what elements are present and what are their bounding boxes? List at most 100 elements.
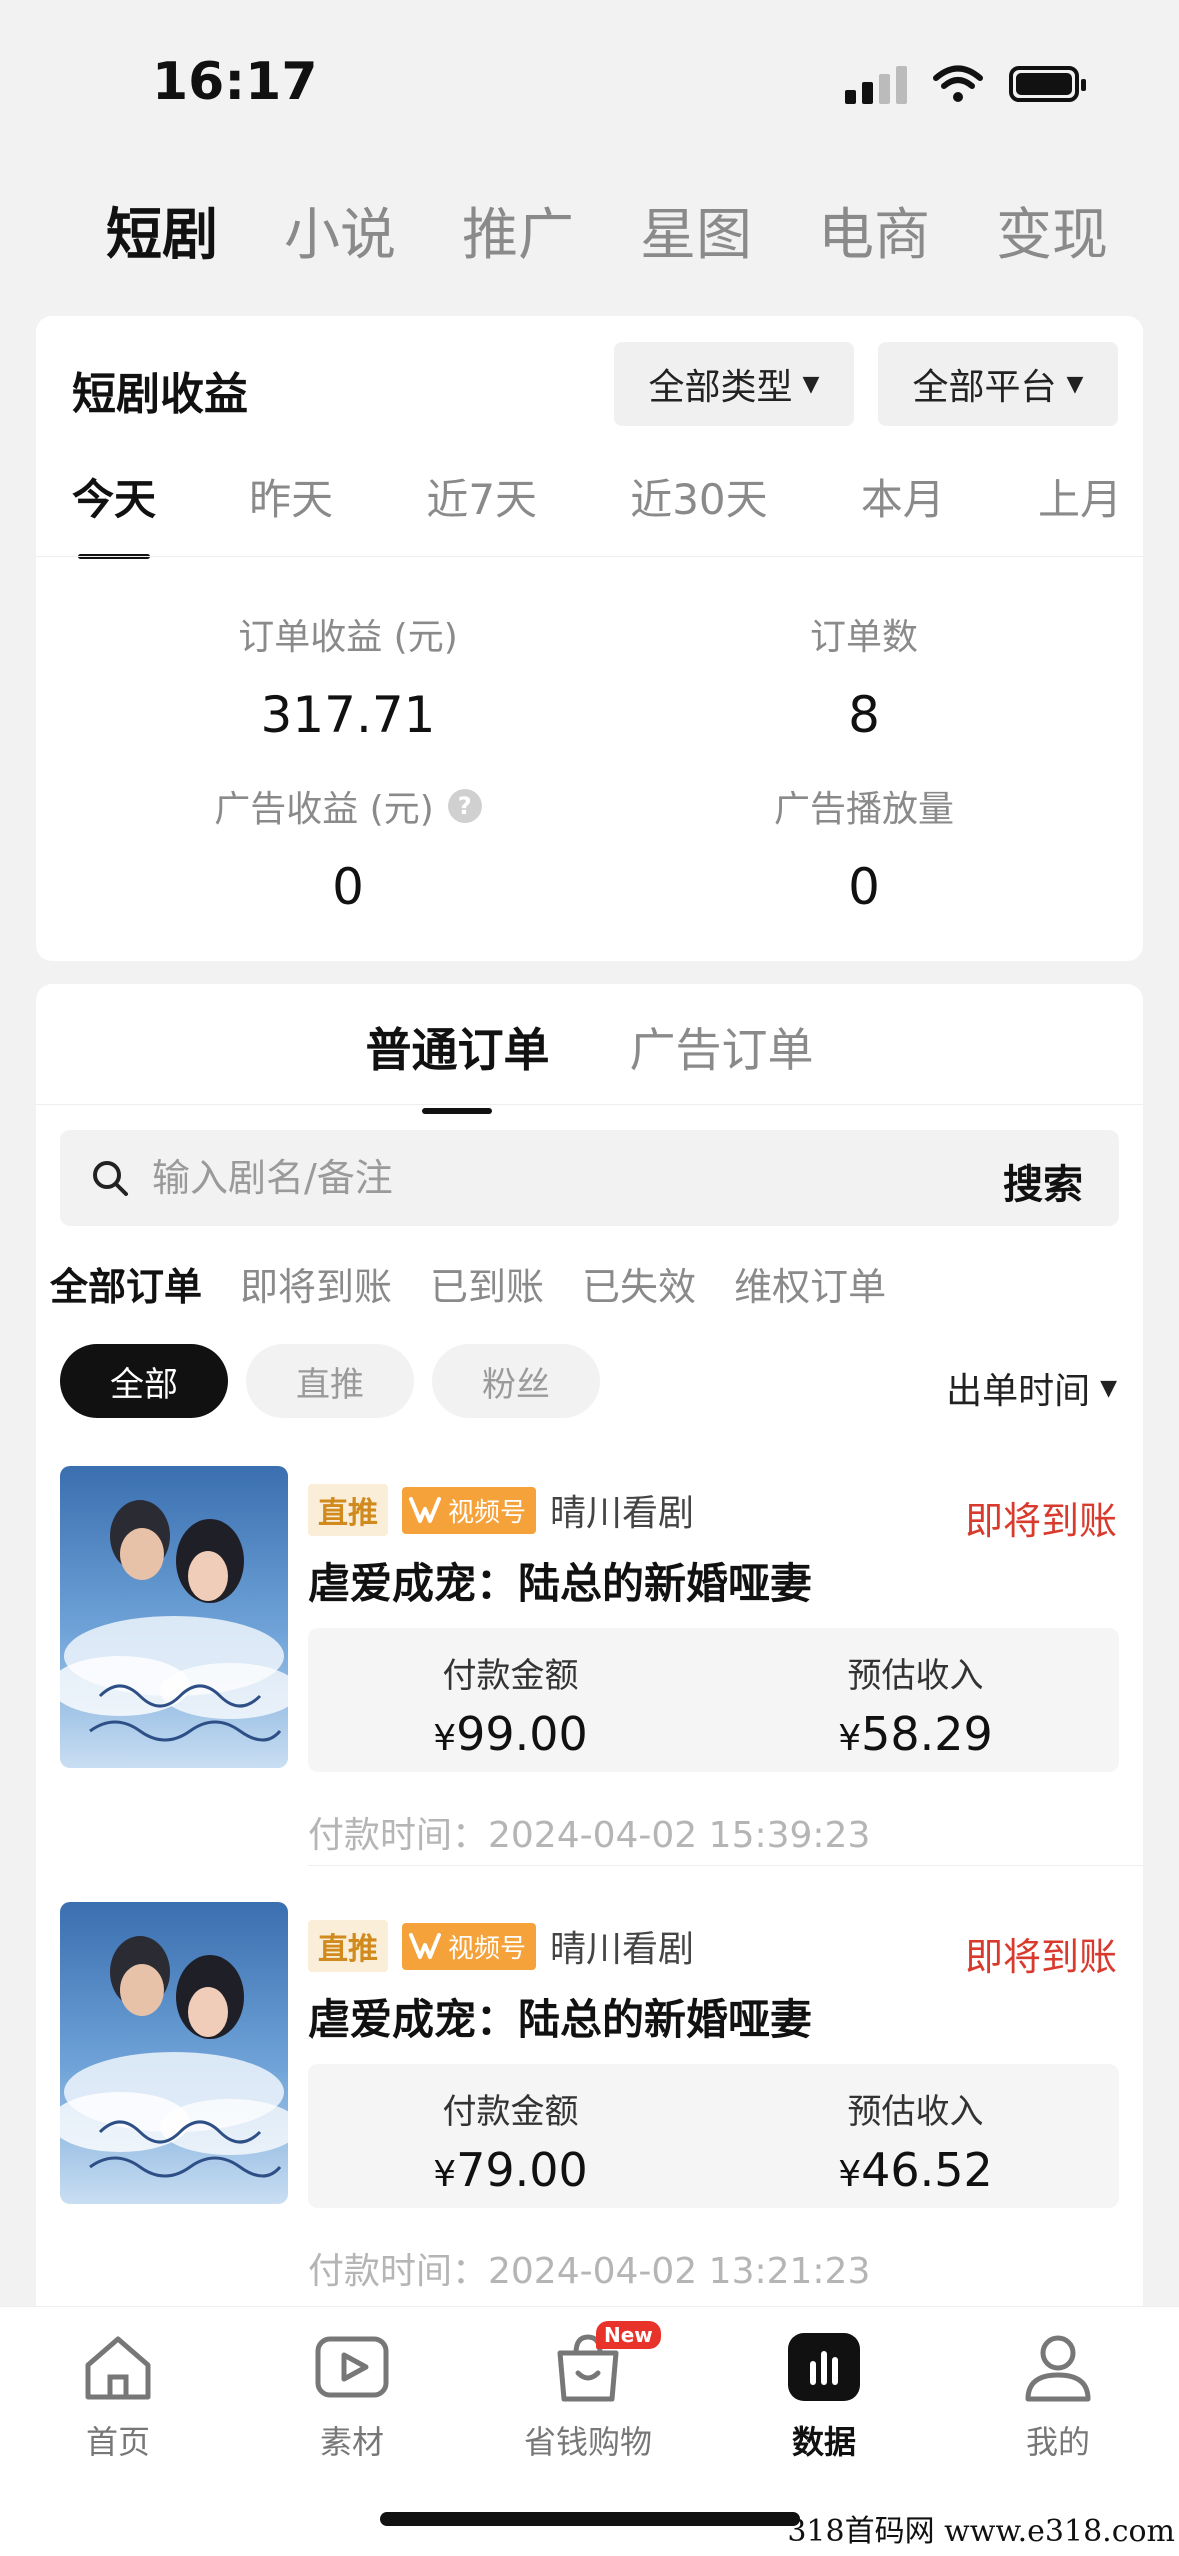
period-tab-yesterday[interactable]: 昨天 [249, 466, 333, 563]
order-income-label: 订单收益 (元) [238, 617, 458, 658]
video-channel-icon [409, 1933, 441, 1959]
tab-xingtu[interactable]: 星图 [640, 190, 752, 271]
currency-symbol: ¥ [433, 1718, 457, 1759]
caret-down-icon: ▼ [1066, 371, 1084, 397]
ad-income-label-row: 广告收益 (元) ? [148, 780, 548, 832]
battery-icon [1009, 66, 1086, 102]
type-filter-dropdown[interactable]: 全部类型 ▼ [614, 342, 854, 426]
help-icon[interactable]: ? [447, 789, 482, 823]
ad-plays-label: 广告播放量 [773, 789, 954, 830]
estimated-income: 预估收入 ¥58.29 [713, 1648, 1118, 1761]
status-time: 16:17 [152, 52, 318, 112]
chip-all[interactable]: 全部 [60, 1344, 228, 1418]
period-tab-last-month[interactable]: 上月 [1038, 466, 1122, 563]
estimated-income: 预估收入 ¥46.52 [713, 2084, 1118, 2197]
order-item[interactable]: 直推 视频号 晴川看剧 即将到账 虐爱成宠：陆总的新婚哑妻 付款金额 ¥99.0… [36, 1466, 1143, 1866]
filter-dispute[interactable]: 维权订单 [734, 1256, 886, 1311]
search-input[interactable] [152, 1150, 932, 1206]
tab-promotion[interactable]: 推广 [462, 190, 574, 271]
period-tab-7days[interactable]: 近7天 [426, 466, 537, 563]
estimated-income-value: ¥46.52 [838, 2143, 993, 2197]
nav-profile-label: 我的 [1025, 2423, 1090, 2461]
tab-monetize[interactable]: 变现 [996, 190, 1108, 271]
nav-profile[interactable]: 我的 [978, 2327, 1138, 2463]
ad-income-label: 广告收益 (元) [214, 789, 434, 830]
drama-poster [60, 1902, 288, 2204]
period-tabs: 今天 昨天 近7天 近30天 本月 上月 [72, 466, 1122, 563]
order-status-filters: 全部订单 即将到账 已到账 已失效 维权订单 [50, 1256, 886, 1311]
caret-down-icon: ▼ [802, 371, 820, 397]
drama-title: 虐爱成宠：陆总的新婚哑妻 [308, 1559, 813, 1608]
home-icon [85, 2336, 151, 2400]
period-tab-this-month[interactable]: 本月 [861, 466, 945, 563]
channel-name: 视频号 [448, 1933, 527, 1964]
search-bar: 搜索 [60, 1130, 1119, 1226]
sort-label: 出单时间 [946, 1371, 1091, 1412]
divider [36, 556, 1143, 557]
order-badges: 直推 视频号 晴川看剧 [308, 1484, 694, 1536]
bar-chart-icon [788, 2333, 860, 2401]
chip-direct[interactable]: 直推 [246, 1344, 414, 1418]
nav-shopping-label: 省钱购物 [523, 2423, 652, 2461]
order-count-label: 订单数 [809, 617, 918, 658]
order-amounts: 付款金额 ¥99.00 预估收入 ¥58.29 [308, 1628, 1119, 1772]
drama-poster [60, 1466, 288, 1768]
wifi-icon [933, 65, 983, 102]
sort-dropdown[interactable]: 出单时间 ▼ [946, 1362, 1117, 1414]
status-icons [845, 64, 1086, 104]
currency-symbol: ¥ [838, 2154, 862, 2195]
order-status: 即将到账 [964, 1499, 1117, 1543]
order-item[interactable]: 直推 视频号 晴川看剧 即将到账 虐爱成宠：陆总的新婚哑妻 付款金额 ¥79.0… [36, 1902, 1143, 2302]
estimated-income-label: 预估收入 [847, 2092, 984, 2132]
nav-materials-label: 素材 [319, 2423, 384, 2461]
pay-time: 付款时间：2024-04-02 15:39:23 [308, 1815, 871, 1856]
pay-amount: 付款金额 ¥79.00 [308, 2084, 713, 2197]
direct-badge: 直推 [308, 1920, 388, 1972]
drama-title: 虐爱成宠：陆总的新婚哑妻 [308, 1995, 813, 2044]
pay-time: 付款时间：2024-04-02 13:21:23 [308, 2251, 871, 2292]
tab-short-drama[interactable]: 短剧 [106, 190, 218, 271]
direct-badge: 直推 [308, 1484, 388, 1536]
filter-all-orders[interactable]: 全部订单 [50, 1256, 202, 1311]
status-bar: 16:17 [0, 0, 1179, 150]
channel-name: 视频号 [448, 1497, 527, 1528]
play-video-icon [315, 2336, 389, 2398]
pay-amount: 付款金额 ¥99.00 [308, 1648, 713, 1761]
tab-ecommerce[interactable]: 电商 [818, 190, 930, 271]
type-filter-label: 全部类型 [648, 367, 793, 408]
channel-badge: 视频号 [402, 1486, 537, 1534]
account-name: 晴川看剧 [550, 1493, 695, 1534]
ad-income-value: 0 [332, 858, 364, 916]
estimated-income-label: 预估收入 [847, 1656, 984, 1696]
period-tab-30days[interactable]: 近30天 [630, 466, 767, 563]
ad-income-metric: 广告收益 (元) ? 0 [148, 780, 548, 916]
nav-materials[interactable]: 素材 [272, 2327, 432, 2463]
nav-shopping[interactable]: New 省钱购物 [508, 2321, 668, 2463]
source-chips: 全部 直推 粉丝 [60, 1344, 600, 1418]
watermark: 318首码网 www.e318.com [787, 2514, 1175, 2549]
order-badges: 直推 视频号 晴川看剧 [308, 1920, 694, 1972]
nav-data-label: 数据 [791, 2423, 856, 2461]
pay-amount-value: ¥99.00 [433, 1707, 588, 1761]
search-button[interactable]: 搜索 [1003, 1152, 1083, 1210]
filter-expired[interactable]: 已失效 [582, 1256, 696, 1311]
order-status: 即将到账 [964, 1935, 1117, 1979]
ad-plays-value: 0 [848, 858, 880, 916]
top-tabs: 短剧 小说 推广 星图 电商 变现 [106, 190, 1108, 271]
orders-card: 普通订单 广告订单 搜索 全部订单 即将到账 已到账 已失效 维权订单 全部 直… [36, 984, 1143, 2384]
nav-home[interactable]: 首页 [38, 2327, 198, 2463]
earnings-title: 短剧收益 [72, 369, 248, 420]
account-name: 晴川看剧 [550, 1929, 695, 1970]
home-indicator[interactable] [380, 2512, 800, 2526]
filter-pending[interactable]: 即将到账 [240, 1256, 392, 1311]
filter-settled[interactable]: 已到账 [430, 1256, 544, 1311]
estimated-income-value: ¥58.29 [838, 1707, 993, 1761]
chip-fans[interactable]: 粉丝 [432, 1344, 600, 1418]
period-tab-today[interactable]: 今天 [72, 466, 156, 563]
new-badge: New [596, 2321, 661, 2349]
nav-data[interactable]: 数据 [744, 2327, 904, 2463]
divider [36, 1104, 1143, 1105]
tab-novel[interactable]: 小说 [284, 190, 396, 271]
platform-filter-label: 全部平台 [912, 367, 1057, 408]
platform-filter-dropdown[interactable]: 全部平台 ▼ [878, 342, 1118, 426]
